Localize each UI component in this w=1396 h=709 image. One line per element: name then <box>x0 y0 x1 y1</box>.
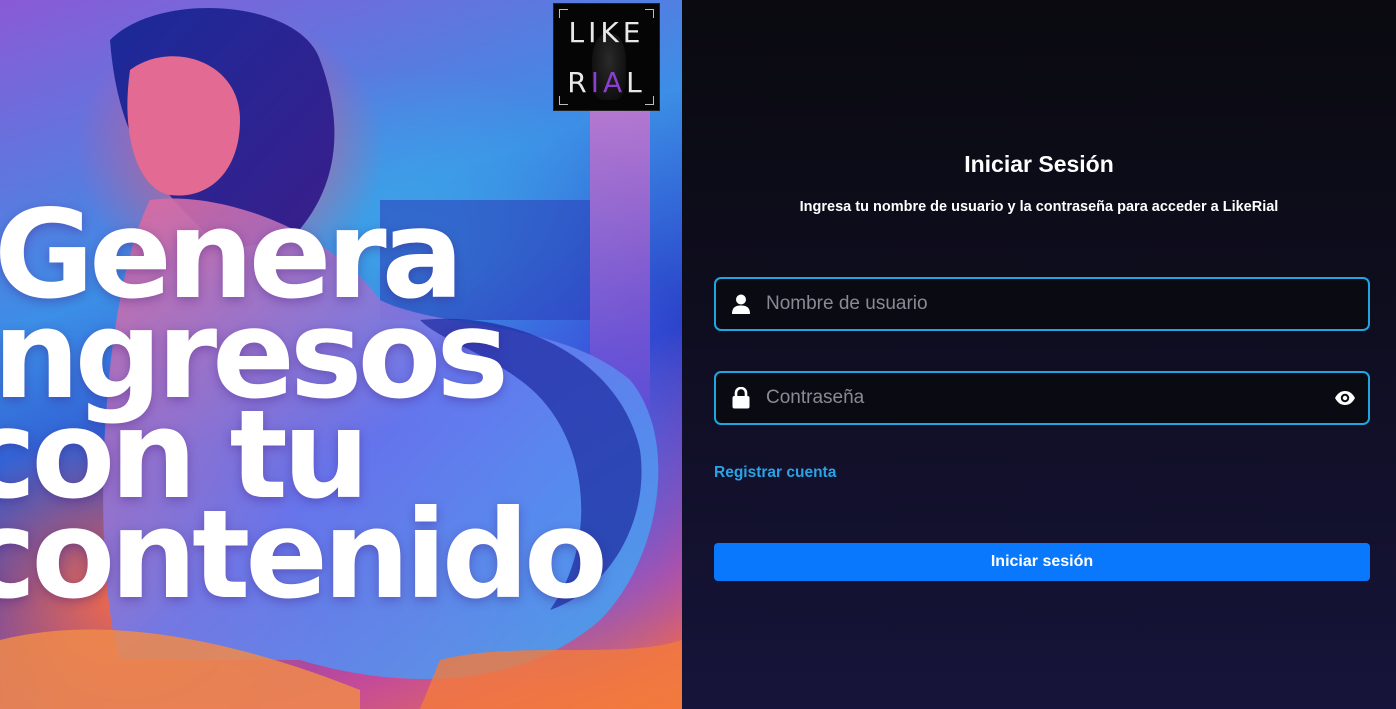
password-field[interactable] <box>714 371 1370 425</box>
hero-headline: Genera ingresos con tu contenido <box>0 194 608 626</box>
logo-letter: R <box>567 66 591 99</box>
logo-word-rial: RIAL <box>554 66 659 99</box>
likerial-logo: LIKE RIAL <box>553 3 660 111</box>
hero-banner: Genera ingresos con tu contenido LIKE RI… <box>0 0 682 709</box>
eye-icon[interactable] <box>1322 390 1368 406</box>
hero-headline-line: contenido <box>0 484 608 626</box>
login-title: Iniciar Sesión <box>964 151 1114 177</box>
logo-letter: L <box>626 66 646 99</box>
logo-word-like: LIKE <box>568 16 645 49</box>
username-input[interactable] <box>766 279 1368 329</box>
user-icon <box>716 294 766 314</box>
login-subtitle: Ingresa tu nombre de usuario y la contra… <box>799 199 1279 215</box>
login-page: Genera ingresos con tu contenido LIKE RI… <box>0 0 1396 709</box>
lock-icon <box>716 387 766 409</box>
login-submit-button[interactable]: Iniciar sesión <box>714 543 1370 581</box>
username-field[interactable] <box>714 277 1370 331</box>
register-account-link[interactable]: Registrar cuenta <box>714 464 836 482</box>
password-input[interactable] <box>766 373 1322 423</box>
login-panel: Iniciar Sesión Ingresa tu nombre de usua… <box>682 0 1396 709</box>
logo-letter-accent: IA <box>590 66 627 99</box>
